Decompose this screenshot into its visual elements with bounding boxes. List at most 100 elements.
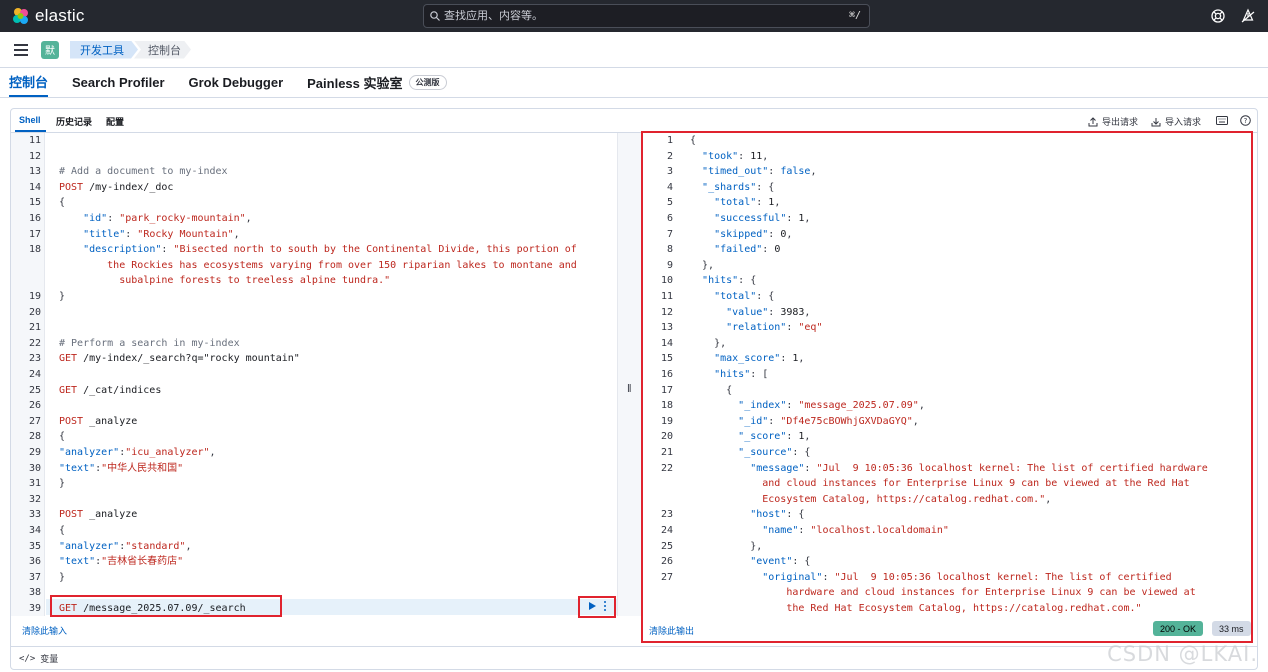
code-token: "analyzer"	[59, 540, 120, 552]
output-line-code: "original": "Jul 9 10:05:36 localhost ke…	[690, 570, 1171, 586]
output-line-code: },	[690, 539, 762, 555]
newsfeed-icon[interactable]	[1240, 8, 1256, 24]
code-token: ,	[209, 447, 216, 458]
editor-line-number: 11	[28, 135, 41, 146]
code-token: hardware and cloud instances for Enterpr…	[690, 587, 1196, 599]
tab-grok-debugger[interactable]: Grok Debugger	[189, 67, 284, 97]
editor-line-code: {	[59, 195, 65, 211]
editor-line-number: 16	[28, 213, 41, 224]
editor-line-code: GET /_cat/indices	[59, 383, 161, 399]
code-token: # Add a document to my-index	[59, 166, 228, 178]
keyboard-shortcuts-icon[interactable]	[1216, 116, 1228, 125]
code-token: ,	[912, 415, 919, 427]
editor-line-code: "analyzer":"standard",	[59, 539, 192, 555]
editor-line-code: "title": "Rocky Mountain",	[59, 227, 240, 243]
output-line-number: 22	[660, 462, 673, 474]
code-token: and cloud instances for Enterprise Linux…	[690, 478, 1190, 490]
code-token: "Jul 9 10:05:36 localhost kernel: The li…	[816, 462, 1208, 474]
code-token: GET	[59, 384, 78, 396]
code-token: "Bisected north to south by the Continen…	[173, 244, 577, 256]
tab-search-profiler[interactable]: Search Profiler	[72, 67, 165, 97]
code-token: ,	[810, 166, 817, 178]
breadcrumb-dev-tools[interactable]: 开发工具	[70, 41, 138, 59]
code-token: # Perform a search in my-index	[59, 337, 240, 349]
logo-text: elastic	[35, 6, 85, 25]
code-token: :	[768, 306, 781, 318]
tab-painless-lab[interactable]: Painless 实验室 公测版	[307, 67, 447, 97]
clear-input-button[interactable]: 清除此输入	[22, 624, 67, 637]
code-token: "_source"	[738, 447, 793, 458]
clear-output-button[interactable]: 清除此输出	[649, 624, 694, 637]
output-line-code: {	[690, 383, 732, 399]
editor-line-number: 24	[28, 369, 41, 380]
code-token: "localhost.localdomain"	[810, 525, 949, 536]
export-requests-button[interactable]: 导出请求	[1088, 115, 1138, 128]
request-editor[interactable]: 11 12 13 # Add a document to my-index 14 POST…	[11, 133, 617, 616]
code-token: false	[780, 166, 811, 178]
response-output[interactable]: 1 {2 "took": 11, 3 "timed_out": false, 4 "_…	[643, 133, 1253, 616]
import-requests-button[interactable]: 导入请求	[1151, 115, 1201, 128]
tab-console[interactable]: 控制台	[9, 67, 49, 97]
code-token: "total"	[714, 197, 757, 209]
console-tabs: Shell 历史记录 配置 导出请求 导入请求 ?	[11, 109, 1257, 133]
code-token: :	[738, 150, 751, 162]
output-line-code: "skipped": 0,	[690, 227, 792, 243]
global-search[interactable]: ⌘/	[423, 4, 870, 28]
code-token: :	[125, 228, 138, 240]
variables-bar[interactable]: </> 变量	[11, 646, 1257, 670]
code-token: "_index"	[738, 400, 787, 412]
send-request-icon[interactable]	[587, 601, 597, 611]
code-token: GET	[59, 603, 78, 614]
editor-line-number: 31	[28, 478, 41, 490]
output-line-code: {	[690, 133, 696, 149]
output-line-code: "successful": 1,	[690, 211, 810, 227]
editor-line-number: 12	[28, 150, 41, 162]
code-token: "id"	[83, 213, 108, 224]
help-icon[interactable]	[1210, 8, 1226, 24]
menu-icon[interactable]	[14, 43, 28, 56]
editor-line-number: 39	[28, 603, 41, 614]
output-line-code: "_shards": {	[690, 180, 774, 196]
panel-resizer[interactable]: ‖	[617, 133, 643, 616]
output-line-code: the Red Hat Ecosystem Catalog, https://c…	[690, 601, 1141, 616]
output-line-number: 12	[660, 306, 673, 318]
console-tab-config[interactable]: 配置	[106, 115, 124, 128]
search-input[interactable]	[444, 10, 844, 22]
console-tab-shell[interactable]: Shell	[19, 115, 41, 125]
editor-line-code: # Perform a search in my-index	[59, 336, 240, 352]
code-token: :	[107, 213, 120, 224]
code-token: : {	[786, 509, 805, 521]
space-avatar[interactable]: 默	[41, 40, 59, 59]
code-token: ,	[185, 540, 192, 552]
code-token: /my-index/_search?q="rocky mountain"	[77, 353, 300, 365]
code-token: "successful"	[714, 213, 787, 224]
code-token: "Df4e75cBOWhjGXVDaGYQ"	[780, 415, 913, 427]
code-token: :	[768, 228, 781, 240]
help-circle-icon[interactable]: ?	[1240, 115, 1251, 126]
code-token: :	[804, 462, 817, 474]
editor-line-number: 26	[28, 400, 41, 412]
elastic-logo[interactable]: elastic	[12, 6, 85, 26]
editor-line-code: GET /my-index/_search?q="rocky mountain"	[59, 351, 300, 367]
request-options-icon[interactable]	[602, 600, 608, 612]
console-tab-history[interactable]: 历史记录	[56, 115, 92, 128]
code-token: "name"	[762, 525, 799, 536]
code-token: ,	[774, 197, 781, 209]
code-token: /my-index/_doc	[83, 181, 174, 193]
editor-line-code: POST _analyze	[59, 414, 137, 430]
code-token: :	[768, 415, 781, 427]
editor-line-code: subalpine forests to treeless alpine tun…	[59, 273, 390, 289]
editor-line-number: 33	[28, 509, 41, 521]
code-token: "title"	[83, 228, 126, 240]
devtools-tabs: 控制台 Search Profiler Grok Debugger Painle…	[0, 68, 1268, 98]
